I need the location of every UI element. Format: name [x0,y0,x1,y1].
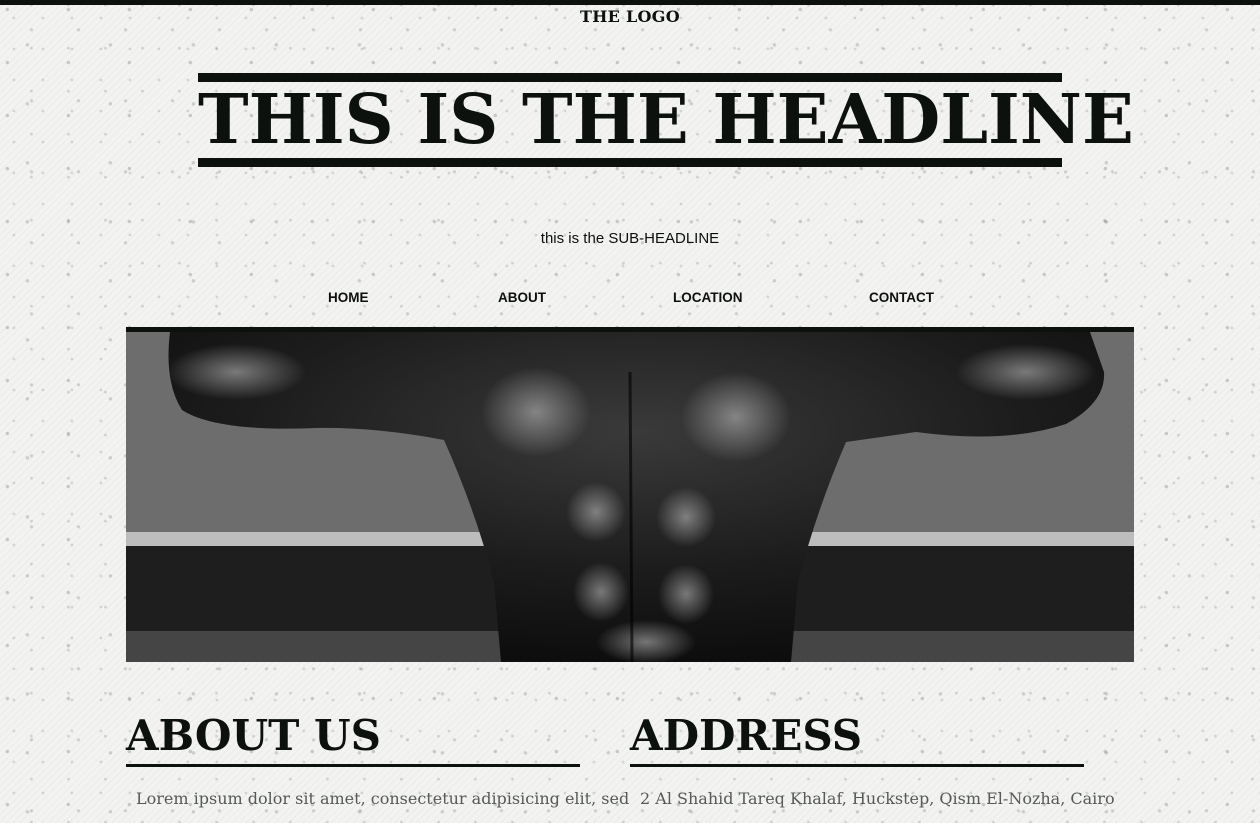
site-logo[interactable]: THE LOGO [0,7,1260,26]
nav-item-location[interactable]: LOCATION [673,290,743,305]
about-us-rule [126,764,580,767]
top-border [0,0,1260,5]
nav-item-home[interactable]: HOME [328,290,369,305]
address-rule [630,764,1084,767]
page-headline: THIS IS THE HEADLINE [198,80,1134,160]
about-us-title: ABOUT US [126,711,381,760]
headline-rule-bottom [198,158,1062,167]
nav-item-contact[interactable]: CONTACT [869,290,934,305]
headline-block: THIS IS THE HEADLINE [198,73,1134,167]
about-us-text: Lorem ipsum dolor sit amet, consectetur … [136,789,630,808]
nav-item-about[interactable]: ABOUT [498,290,546,305]
torso-photo [126,332,1134,662]
address-title: ADDRESS [630,711,863,760]
address-text: 2 Al Shahid Tareq Khalaf, Huckstep, Qism… [640,789,1115,808]
hero-image [126,327,1134,662]
main-nav: HOME ABOUT LOCATION CONTACT [0,290,1260,310]
sub-headline: this is the SUB-HEADLINE [540,230,720,247]
